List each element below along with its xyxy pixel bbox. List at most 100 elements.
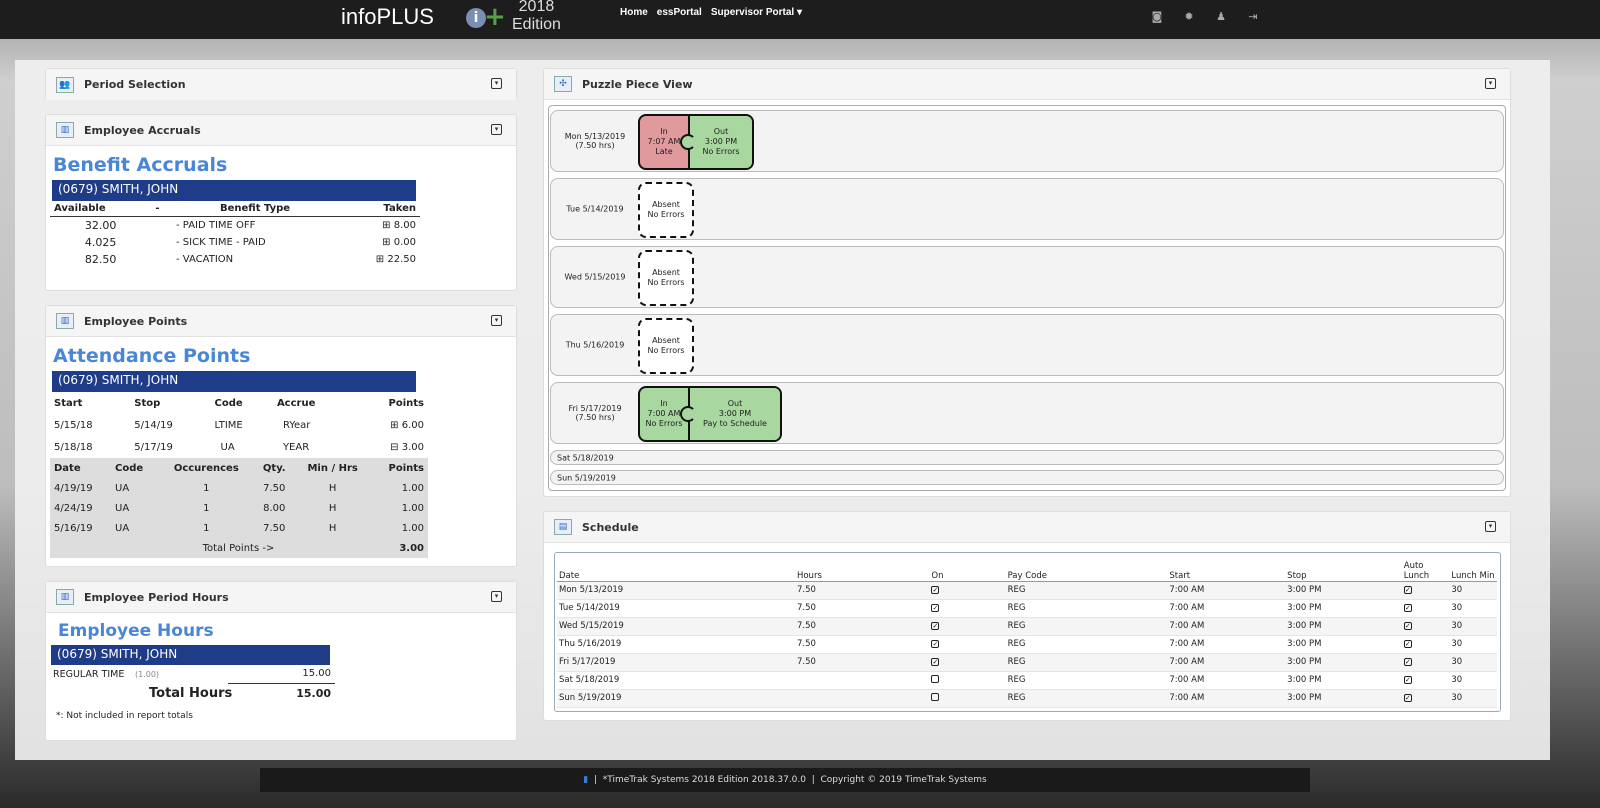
line-value: 15.00	[302, 668, 331, 679]
cell: 7.50	[794, 581, 930, 600]
benefit-type: - SICK TIME - PAID	[176, 237, 266, 248]
collapse-icon[interactable]: ▾	[1485, 78, 1496, 89]
checked-checkbox-icon[interactable]: ✓	[1401, 617, 1450, 636]
nav-essportal[interactable]: essPortal	[657, 7, 702, 18]
puzzle-day-row: Wed 5/15/2019 Absent No Errors	[550, 246, 1504, 308]
col-header: Points	[388, 462, 424, 474]
version-text: *TimeTrak Systems 2018 Edition 2018.37.0…	[602, 775, 806, 785]
period-selection-panel: 👥 Period Selection ▾	[45, 68, 517, 100]
checked-checkbox-icon[interactable]: ✓	[929, 581, 1006, 600]
cell: 7.50	[794, 653, 930, 672]
points-detail-table: Date Code Occurences Qty. Min / Hrs Points 4/…	[50, 458, 428, 558]
unchecked-checkbox-icon[interactable]	[929, 689, 1006, 708]
checked-checkbox-icon[interactable]: ✓	[1401, 599, 1450, 618]
nav-supervisor-portal[interactable]: Supervisor Portal ▾	[711, 7, 802, 18]
collapse-icon[interactable]: ▾	[491, 124, 502, 135]
cell	[794, 689, 930, 708]
employee-points-panel: ▥ Employee Points ▾ Attendance Points (067…	[45, 305, 517, 567]
cell: REG	[1005, 689, 1168, 708]
col-header: -	[155, 203, 160, 214]
col-header[interactable]: Stop	[1285, 555, 1402, 582]
checked-checkbox-icon[interactable]: ✓	[1401, 653, 1450, 672]
absent-piece[interactable]: Absent No Errors	[638, 182, 694, 238]
cell: 3:00 PM	[1285, 617, 1402, 636]
punch-pair-piece[interactable]: In 7:07 AM Late Out 3:00 PM No Errors	[638, 114, 754, 170]
table-row: 4/24/19 UA 1 8.00 H 1.00	[54, 502, 424, 514]
cell: 30	[1449, 689, 1497, 708]
footer: ▮ | *TimeTrak Systems 2018 Edition 2018.…	[260, 768, 1310, 792]
cell: 30	[1449, 635, 1497, 654]
start: 5/15/18	[54, 419, 93, 431]
out-punch[interactable]: Out 3:00 PM Pay to Schedule	[688, 388, 780, 440]
table-row: 4.025 - SICK TIME - PAID ⊞ 0.00	[50, 234, 420, 251]
section-heading: Benefit Accruals	[53, 154, 228, 176]
bookmark-icon[interactable]: ▮	[583, 775, 588, 785]
checked-checkbox-icon[interactable]: ✓	[1401, 689, 1450, 708]
puzzle-day-row: Mon 5/13/2019 (7.50 hrs) In 7:07 AM Late Ou…	[550, 110, 1504, 172]
col-header[interactable]: Hours	[794, 555, 930, 582]
expand-icon[interactable]: ⊞	[376, 254, 388, 265]
nav-home[interactable]: Home	[620, 7, 648, 18]
col-header[interactable]: Date	[557, 555, 795, 582]
stop: 5/14/19	[134, 419, 173, 431]
collapse-icon[interactable]: ▾	[1485, 521, 1496, 532]
points: 3.00	[401, 441, 424, 453]
cell: 30	[1449, 599, 1497, 618]
cell: 7:00 AM	[1167, 635, 1286, 654]
col-header: Date	[54, 462, 81, 474]
gear-icon[interactable]: ✹	[1182, 10, 1196, 23]
logout-icon[interactable]: ⇥	[1246, 10, 1260, 23]
employee-accruals-panel: ▥ Employee Accruals ▾ Benefit Accruals (06…	[45, 114, 517, 291]
col-header[interactable]: Pay Code	[1005, 555, 1168, 582]
checked-checkbox-icon[interactable]: ✓	[929, 617, 1006, 636]
col-header: Benefit Type	[219, 203, 291, 214]
expand-icon[interactable]: ⊞	[382, 237, 394, 248]
checked-checkbox-icon[interactable]: ✓	[929, 653, 1006, 672]
cell: 7:00 AM	[1167, 689, 1286, 708]
puzzle-day-row: Fri 5/17/2019 (7.50 hrs) In 7:00 AM No Erro…	[550, 382, 1504, 444]
schedule-table: Date Hours On Pay Code Start Stop Auto Lunch Lu…	[557, 555, 1497, 708]
punch-pair-piece[interactable]: In 7:00 AM No Errors Out 3:00 PM Pay to Sche…	[638, 386, 782, 442]
checked-checkbox-icon[interactable]: ✓	[1401, 635, 1450, 654]
checked-checkbox-icon[interactable]: ✓	[1401, 671, 1450, 690]
out-punch[interactable]: Out 3:00 PM No Errors	[688, 116, 752, 168]
accrue: YEAR	[282, 441, 310, 453]
panel-title: Employee Period Hours	[84, 590, 229, 604]
taken: 22.50	[387, 254, 416, 265]
cell: 30	[1449, 617, 1497, 636]
absent-piece[interactable]: Absent No Errors	[638, 250, 694, 306]
note: *: Not included in report totals	[56, 711, 193, 721]
col-header[interactable]: Lunch Min	[1449, 555, 1497, 582]
checked-checkbox-icon[interactable]: ✓	[929, 599, 1006, 618]
checked-checkbox-icon[interactable]: ✓	[1401, 581, 1450, 600]
cell: 30	[1449, 671, 1497, 690]
table-row: Fri 5/17/2019 7.50 ✓ REG 7:00 AM 3:00 PM ✓ 30	[557, 653, 1497, 672]
puzzle-day-row: Tue 5/14/2019 Absent No Errors	[550, 178, 1504, 240]
cell: Mon 5/13/2019	[557, 581, 795, 600]
collapse-icon[interactable]: ▾	[491, 78, 502, 89]
absent-piece[interactable]: Absent No Errors	[638, 318, 694, 374]
unchecked-checkbox-icon[interactable]	[929, 671, 1006, 690]
checked-checkbox-icon[interactable]: ✓	[929, 635, 1006, 654]
infoplus-logo-icon: i +	[466, 4, 506, 30]
collapse-row-icon[interactable]: ⊟	[390, 442, 398, 453]
calendar-icon: ▤	[554, 519, 572, 535]
user-icon[interactable]: ♟	[1214, 10, 1228, 23]
cell: 3:00 PM	[1285, 671, 1402, 690]
puzzle-knob-icon	[680, 406, 696, 422]
collapse-icon[interactable]: ▾	[491, 591, 502, 602]
section-heading: Employee Hours	[58, 621, 214, 641]
col-header[interactable]: On	[929, 555, 1006, 582]
camera-icon[interactable]: ◙	[1150, 10, 1164, 23]
puzzle-icon: ✣	[554, 76, 572, 92]
expand-icon[interactable]: ⊞	[382, 220, 394, 231]
users-icon: 👥	[56, 76, 74, 93]
col-header: Stop	[134, 397, 161, 409]
line-label: REGULAR TIME	[53, 669, 125, 680]
col-header[interactable]: Start	[1167, 555, 1286, 582]
puzzle-piece-view-panel: ✣ Puzzle Piece View ▾ Mon 5/13/2019 (7.50 h…	[543, 68, 1511, 497]
col-header: Code	[115, 462, 144, 474]
expand-icon[interactable]: ⊞	[390, 420, 398, 431]
collapse-icon[interactable]: ▾	[491, 315, 502, 326]
col-header[interactable]: Auto Lunch	[1401, 555, 1450, 582]
